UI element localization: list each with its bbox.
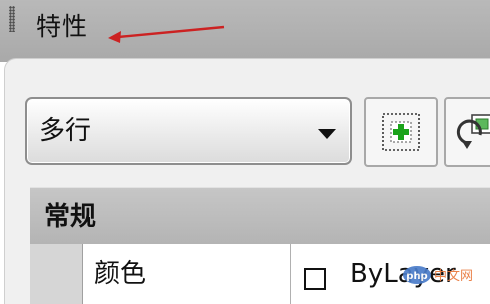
color-swatch <box>304 268 326 290</box>
row-gutter <box>30 244 83 304</box>
object-type-dropdown[interactable]: 多行 <box>25 97 352 165</box>
quick-select-icon <box>456 114 490 149</box>
property-name-color: 颜色 <box>94 259 147 289</box>
drag-grip-handle[interactable] <box>9 6 15 32</box>
red-arrow-annotation <box>108 25 225 43</box>
svg-text:php: php <box>406 271 427 282</box>
object-type-value: 多行 <box>39 116 92 146</box>
select-objects-button[interactable] <box>364 97 438 167</box>
php-watermark-logo: php 中文网 <box>403 266 473 284</box>
palette-title-bar[interactable]: 特性 <box>0 0 490 62</box>
svg-text:中文网: 中文网 <box>434 269 473 284</box>
palette-title: 特性 <box>36 12 89 41</box>
quick-select-button[interactable] <box>444 97 490 167</box>
select-objects-icon <box>382 113 420 151</box>
general-section-title: 常规 <box>44 202 97 232</box>
chevron-down-icon[interactable] <box>318 129 336 139</box>
properties-palette-screenshot: 特性 多行 常规 颜色 ByLayer php 中文网 <box>0 0 490 304</box>
general-section-header[interactable]: 常规 <box>30 187 490 244</box>
column-divider <box>290 244 291 304</box>
